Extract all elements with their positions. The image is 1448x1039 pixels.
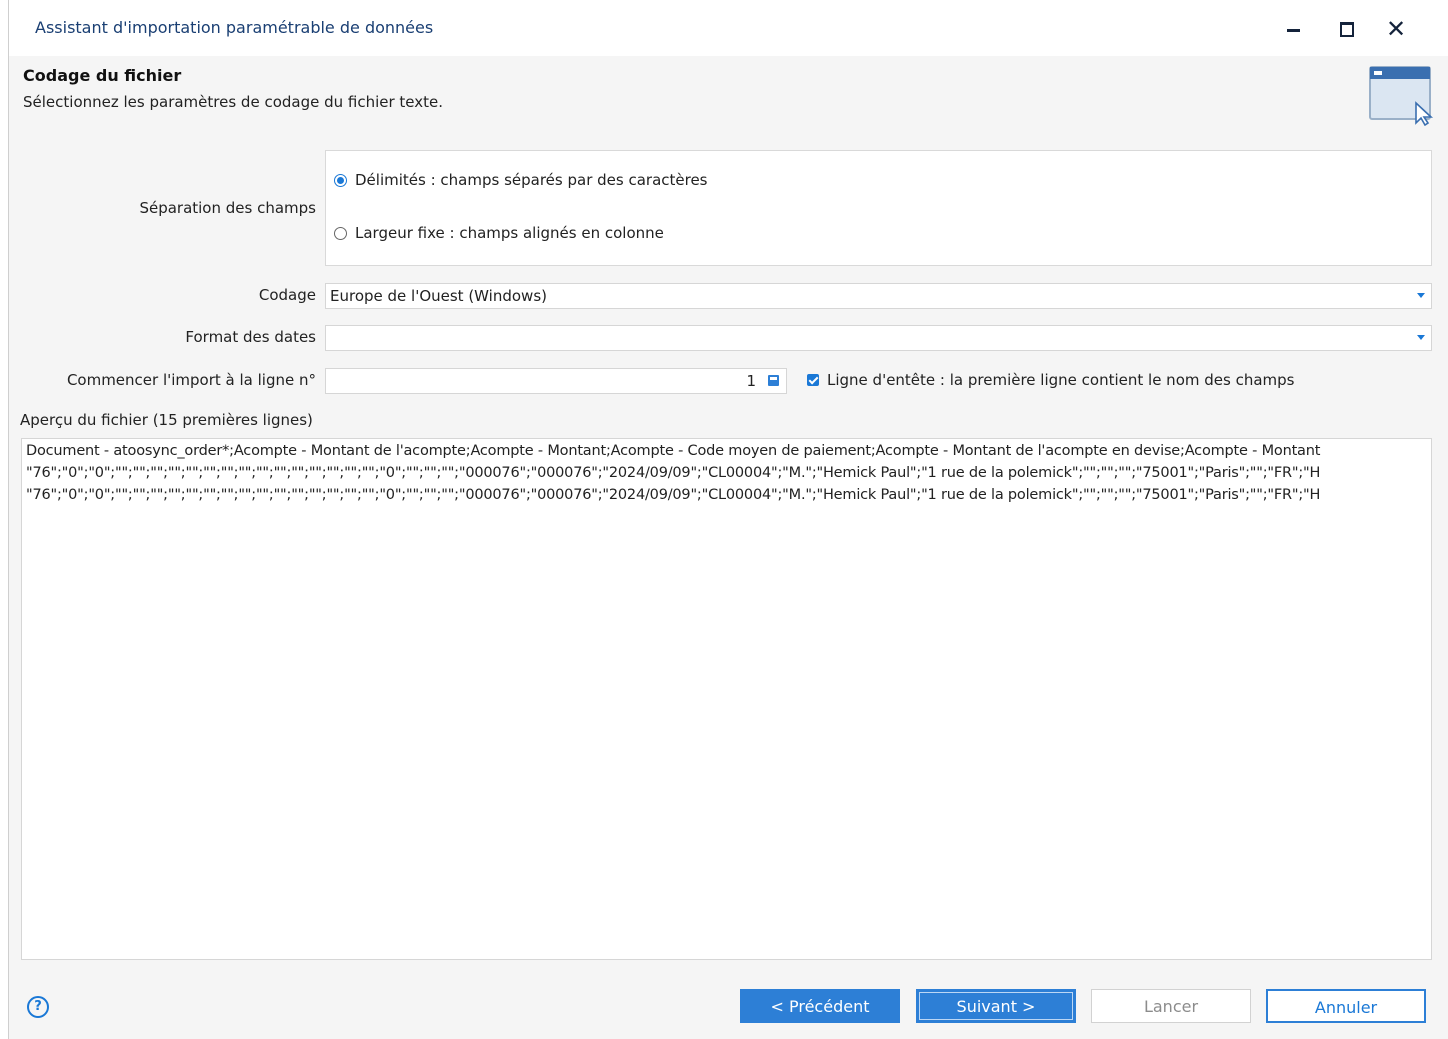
minimize-icon xyxy=(1287,29,1300,32)
section-title: Codage du fichier xyxy=(23,66,182,85)
header-line-checkbox[interactable] xyxy=(807,374,819,386)
question-circle-icon[interactable]: ? xyxy=(27,996,49,1018)
preview-line: "76";"0";"0";"";"";"";"";"";"";"";"";"";… xyxy=(26,487,1321,503)
next-button[interactable]: Suivant > xyxy=(916,989,1076,1023)
section-description: Sélectionnez les paramètres de codage du… xyxy=(23,93,444,111)
date-format-select[interactable] xyxy=(325,325,1432,351)
radio-delimited[interactable]: Délimités : champs séparés par des carac… xyxy=(334,171,708,189)
codage-select[interactable]: Europe de l'Ouest (Windows) xyxy=(325,283,1432,309)
start-line-input[interactable]: 1 xyxy=(325,368,787,394)
launch-button[interactable]: Lancer xyxy=(1091,989,1251,1023)
date-format-label: Format des dates xyxy=(185,328,316,346)
radio-fixed-width[interactable]: Largeur fixe : champs alignés en colonne xyxy=(334,224,664,242)
header-line-label: Ligne d'entête : la première ligne conti… xyxy=(827,371,1295,389)
previous-button[interactable]: < Précédent xyxy=(740,989,900,1023)
chevron-down-icon[interactable] xyxy=(1417,335,1425,340)
close-icon: ✕ xyxy=(1385,15,1407,43)
cancel-button[interactable]: Annuler xyxy=(1266,989,1426,1023)
radio-fixed-width-indicator[interactable] xyxy=(334,226,347,240)
start-line-value: 1 xyxy=(746,372,756,390)
preview-line: Document - atoosync_order*;Acompte - Mon… xyxy=(26,443,1321,459)
start-line-label: Commencer l'import à la ligne n° xyxy=(66,371,316,389)
codage-value: Europe de l'Ouest (Windows) xyxy=(330,287,547,305)
window-title: Assistant d'importation paramétrable de … xyxy=(35,18,434,37)
preview-line: "76";"0";"0";"";"";"";"";"";"";"";"";"";… xyxy=(26,465,1321,481)
calculator-icon[interactable] xyxy=(768,375,779,386)
maximize-button[interactable] xyxy=(1326,12,1366,46)
preview-label: Aperçu du fichier (15 premières lignes) xyxy=(20,411,313,429)
radio-fixed-width-label: Largeur fixe : champs alignés en colonne xyxy=(355,224,664,242)
title-bar: Assistant d'importation paramétrable de … xyxy=(9,0,1448,56)
separation-group: Délimités : champs séparés par des carac… xyxy=(325,150,1432,266)
close-button[interactable]: ✕ xyxy=(1376,12,1416,46)
separation-label: Séparation des champs xyxy=(139,199,316,217)
radio-delimited-label: Délimités : champs séparés par des carac… xyxy=(355,171,708,189)
chevron-down-icon[interactable] xyxy=(1417,293,1425,298)
header-line-checkbox-row[interactable]: Ligne d'entête : la première ligne conti… xyxy=(807,371,1294,389)
codage-label: Codage xyxy=(258,286,316,304)
import-wizard-window: Assistant d'importation paramétrable de … xyxy=(8,0,1448,1039)
minimize-button[interactable] xyxy=(1274,12,1314,46)
maximize-icon xyxy=(1340,22,1354,37)
window-cursor-icon xyxy=(1369,66,1434,126)
radio-delimited-indicator[interactable] xyxy=(334,173,347,187)
file-preview[interactable]: Document - atoosync_order*;Acompte - Mon… xyxy=(21,438,1432,960)
